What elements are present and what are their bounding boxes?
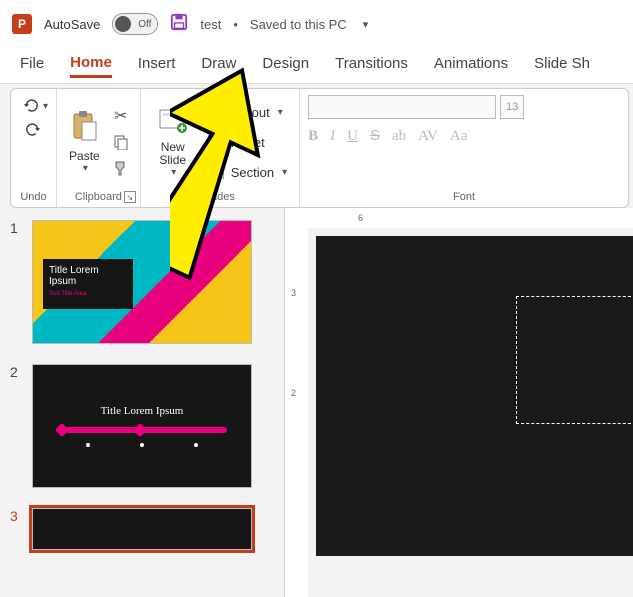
thumbnail-row: 2 Title Lorem Ipsum xyxy=(10,364,274,488)
bold-button[interactable]: B xyxy=(308,128,318,145)
redo-button[interactable] xyxy=(23,119,45,141)
document-name[interactable]: test xyxy=(200,17,221,32)
group-undo: ▾ Undo xyxy=(11,89,57,207)
autosave-toggle[interactable]: Off xyxy=(112,13,158,35)
chevron-down-icon[interactable]: ▾ xyxy=(363,18,369,31)
layout-icon xyxy=(207,103,225,121)
slide-thumbnail-1[interactable]: Title Lorem Ipsum Sub Title Area xyxy=(32,220,252,344)
slide-thumbnail-panel[interactable]: 1 Title Lorem Ipsum Sub Title Area 2 Titl… xyxy=(0,208,284,597)
char-spacing-button[interactable]: AV xyxy=(418,128,438,145)
tab-transitions[interactable]: Transitions xyxy=(335,55,408,76)
tab-home[interactable]: Home xyxy=(70,54,112,78)
tab-insert[interactable]: Insert xyxy=(138,55,176,76)
ruler-tick: 2 xyxy=(291,388,296,398)
group-slides: New Slide ▾ Layout▾ Reset Section▾ Slide… xyxy=(141,89,300,207)
undo-button[interactable] xyxy=(19,95,41,117)
cut-button[interactable]: ✂ xyxy=(110,105,132,127)
section-label: Section xyxy=(231,165,274,180)
layout-button[interactable]: Layout▾ xyxy=(203,101,287,123)
thumb1-title: Title Lorem Ipsum xyxy=(49,265,99,287)
ruler-tick: 3 xyxy=(291,288,296,298)
workspace: 1 Title Lorem Ipsum Sub Title Area 2 Titl… xyxy=(0,208,633,597)
powerpoint-app-icon: P xyxy=(12,14,32,34)
reset-icon xyxy=(207,133,225,151)
group-font: 13 B I U S ab AV Aa Font xyxy=(300,89,628,207)
italic-button[interactable]: I xyxy=(330,128,335,145)
title-bar: P AutoSave Off test • Saved to this PC ▾ xyxy=(0,0,633,48)
toggle-state: Off xyxy=(138,19,151,30)
thumb2-dots xyxy=(86,443,198,447)
paste-button[interactable]: Paste ▾ xyxy=(65,108,104,176)
tab-draw[interactable]: Draw xyxy=(201,55,236,76)
tab-file[interactable]: File xyxy=(20,55,44,76)
tab-design[interactable]: Design xyxy=(262,55,309,76)
paste-label: Paste xyxy=(69,149,100,163)
save-icon[interactable] xyxy=(170,13,188,36)
paste-icon xyxy=(70,110,98,149)
slide-canvas[interactable] xyxy=(316,236,633,556)
copy-button[interactable] xyxy=(110,131,132,153)
tab-slideshow[interactable]: Slide Sh xyxy=(534,55,590,76)
undo-dropdown[interactable]: ▾ xyxy=(43,101,48,112)
section-icon xyxy=(207,163,225,181)
slide-thumbnail-2[interactable]: Title Lorem Ipsum xyxy=(32,364,252,488)
ribbon: ▾ Undo Paste ▾ ✂ Clipboard ↘ Ne xyxy=(10,88,629,208)
font-name-select[interactable] xyxy=(308,95,496,119)
change-case-button[interactable]: Aa xyxy=(450,128,468,145)
content-placeholder[interactable] xyxy=(516,296,633,424)
paste-dropdown-icon: ▾ xyxy=(83,163,88,174)
thumb-number: 1 xyxy=(10,220,22,344)
slide-canvas-area[interactable]: 6 xyxy=(308,208,633,597)
underline-button[interactable]: U xyxy=(347,128,358,145)
autosave-label: AutoSave xyxy=(44,17,100,32)
save-status: Saved to this PC xyxy=(250,17,347,32)
shadow-button[interactable]: ab xyxy=(392,128,406,145)
new-slide-icon xyxy=(158,106,188,141)
group-label-clipboard: Clipboard xyxy=(75,189,122,205)
new-slide-button[interactable]: New Slide ▾ xyxy=(149,104,197,180)
thumbnail-row: 1 Title Lorem Ipsum Sub Title Area xyxy=(10,220,274,344)
format-painter-button[interactable] xyxy=(110,157,132,179)
vertical-ruler: 3 2 xyxy=(284,208,308,597)
thumb-number: 3 xyxy=(10,508,22,550)
font-size-select[interactable]: 13 xyxy=(500,95,524,119)
reset-label: Reset xyxy=(231,135,265,150)
strike-button[interactable]: S xyxy=(370,127,380,145)
horizontal-ruler: 6 xyxy=(308,208,633,228)
ruler-tick: 6 xyxy=(358,213,363,223)
layout-label: Layout xyxy=(231,105,270,120)
group-clipboard: Paste ▾ ✂ Clipboard ↘ xyxy=(57,89,141,207)
new-slide-dropdown-icon: ▾ xyxy=(171,167,176,178)
slide-thumbnail-3[interactable] xyxy=(32,508,252,550)
new-slide-label: New Slide xyxy=(153,141,193,167)
thumb1-subtitle: Sub Title Area xyxy=(49,291,127,297)
group-label-undo: Undo xyxy=(20,189,46,205)
clipboard-launcher[interactable]: ↘ xyxy=(124,191,136,203)
group-label-slides: Slides xyxy=(205,189,235,205)
section-button[interactable]: Section▾ xyxy=(203,161,291,183)
group-label-font: Font xyxy=(453,189,475,205)
thumb2-title: Title Lorem Ipsum xyxy=(101,405,184,417)
tab-animations[interactable]: Animations xyxy=(434,55,508,76)
reset-button[interactable]: Reset xyxy=(203,131,269,153)
thumb-number: 2 xyxy=(10,364,22,488)
thumbnail-row: 3 xyxy=(10,508,274,550)
title-separator: • xyxy=(233,17,238,32)
toggle-knob xyxy=(115,16,131,32)
ribbon-tabs: File Home Insert Draw Design Transitions… xyxy=(0,48,633,84)
thumb2-timeline xyxy=(57,427,227,433)
